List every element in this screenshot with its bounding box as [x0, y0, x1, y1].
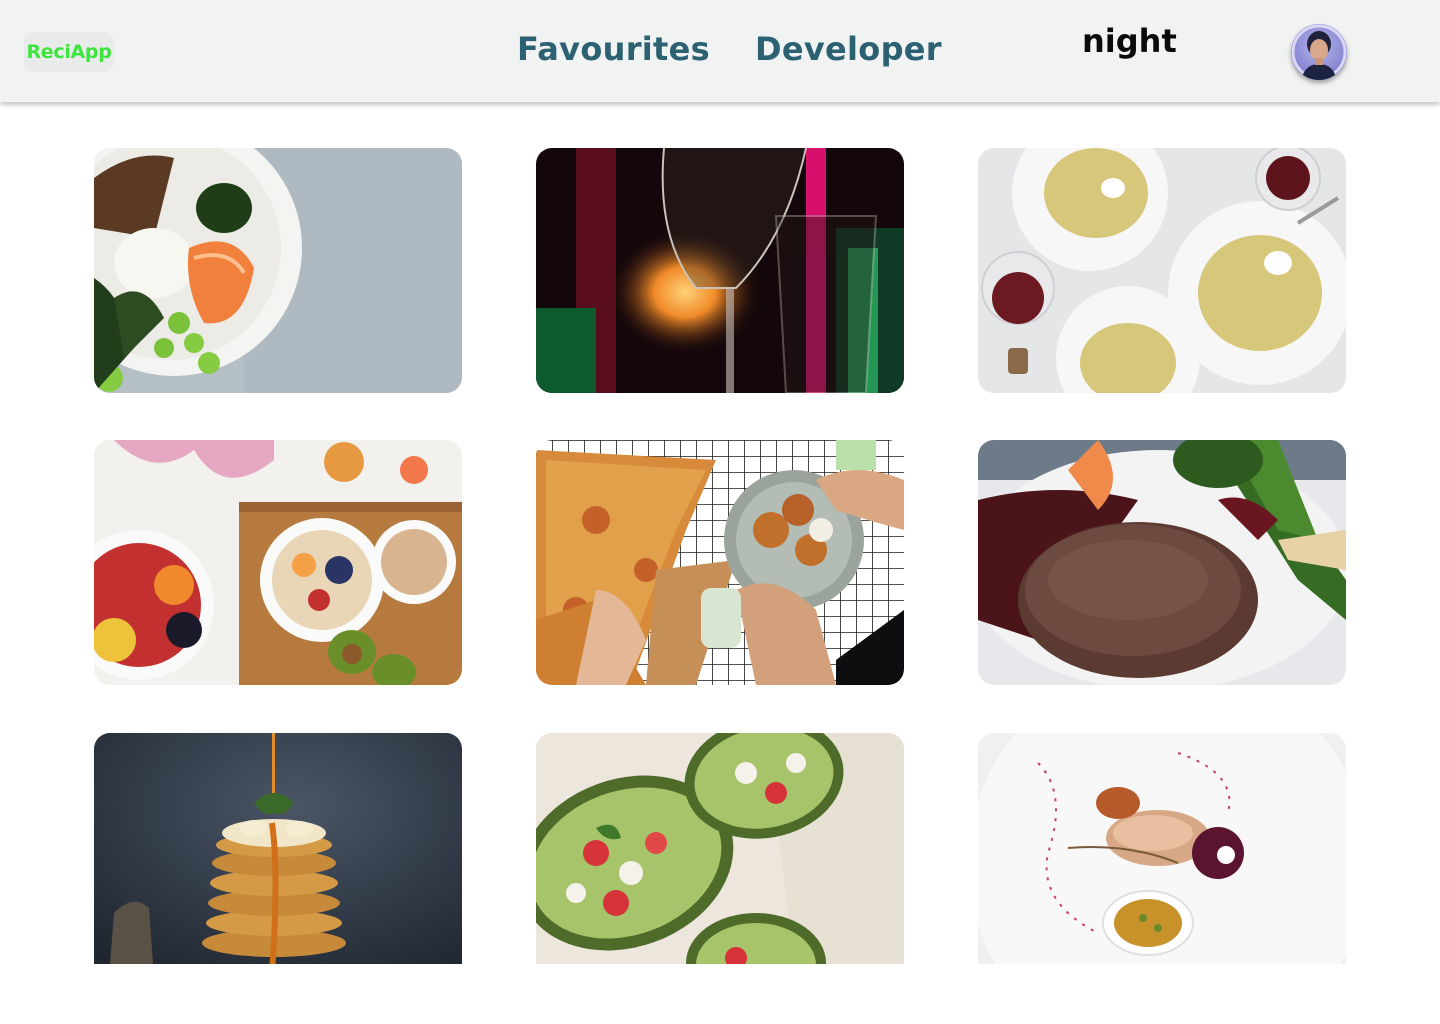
recipe-card-poke-bowl[interactable] [94, 148, 462, 393]
recipe-card-pasta[interactable] [978, 148, 1346, 393]
pasta-dinner-photo [978, 148, 1346, 393]
steak-photo [978, 440, 1346, 685]
recipe-card-avocado[interactable] [536, 733, 904, 964]
recipe-grid [0, 0, 1440, 1024]
breakfast-spread-photo [94, 440, 462, 685]
recipe-card-wine[interactable] [536, 148, 904, 393]
stuffed-avocado-photo [536, 733, 904, 964]
top-navbar: ReciApp Favourites Developer night [0, 0, 1440, 102]
pizza-wings-photo [536, 440, 904, 685]
recipe-card-steak[interactable] [978, 440, 1346, 685]
recipe-card-fish[interactable] [978, 733, 1346, 964]
plated-fish-photo [978, 733, 1346, 964]
nav-link-favourites[interactable]: Favourites [517, 30, 710, 68]
recipe-card-breakfast[interactable] [94, 440, 462, 685]
theme-toggle[interactable]: night [1082, 22, 1177, 60]
nav-link-developer[interactable]: Developer [755, 30, 942, 68]
recipe-card-pizza[interactable] [536, 440, 904, 685]
app-logo[interactable]: ReciApp [24, 32, 114, 72]
avatar-icon [1291, 24, 1347, 80]
user-avatar[interactable] [1291, 24, 1347, 80]
wine-glass-photo [536, 148, 904, 393]
pancake-stack-photo [94, 733, 462, 964]
poke-bowl-photo [94, 148, 462, 393]
recipe-card-pancakes[interactable] [94, 733, 462, 964]
